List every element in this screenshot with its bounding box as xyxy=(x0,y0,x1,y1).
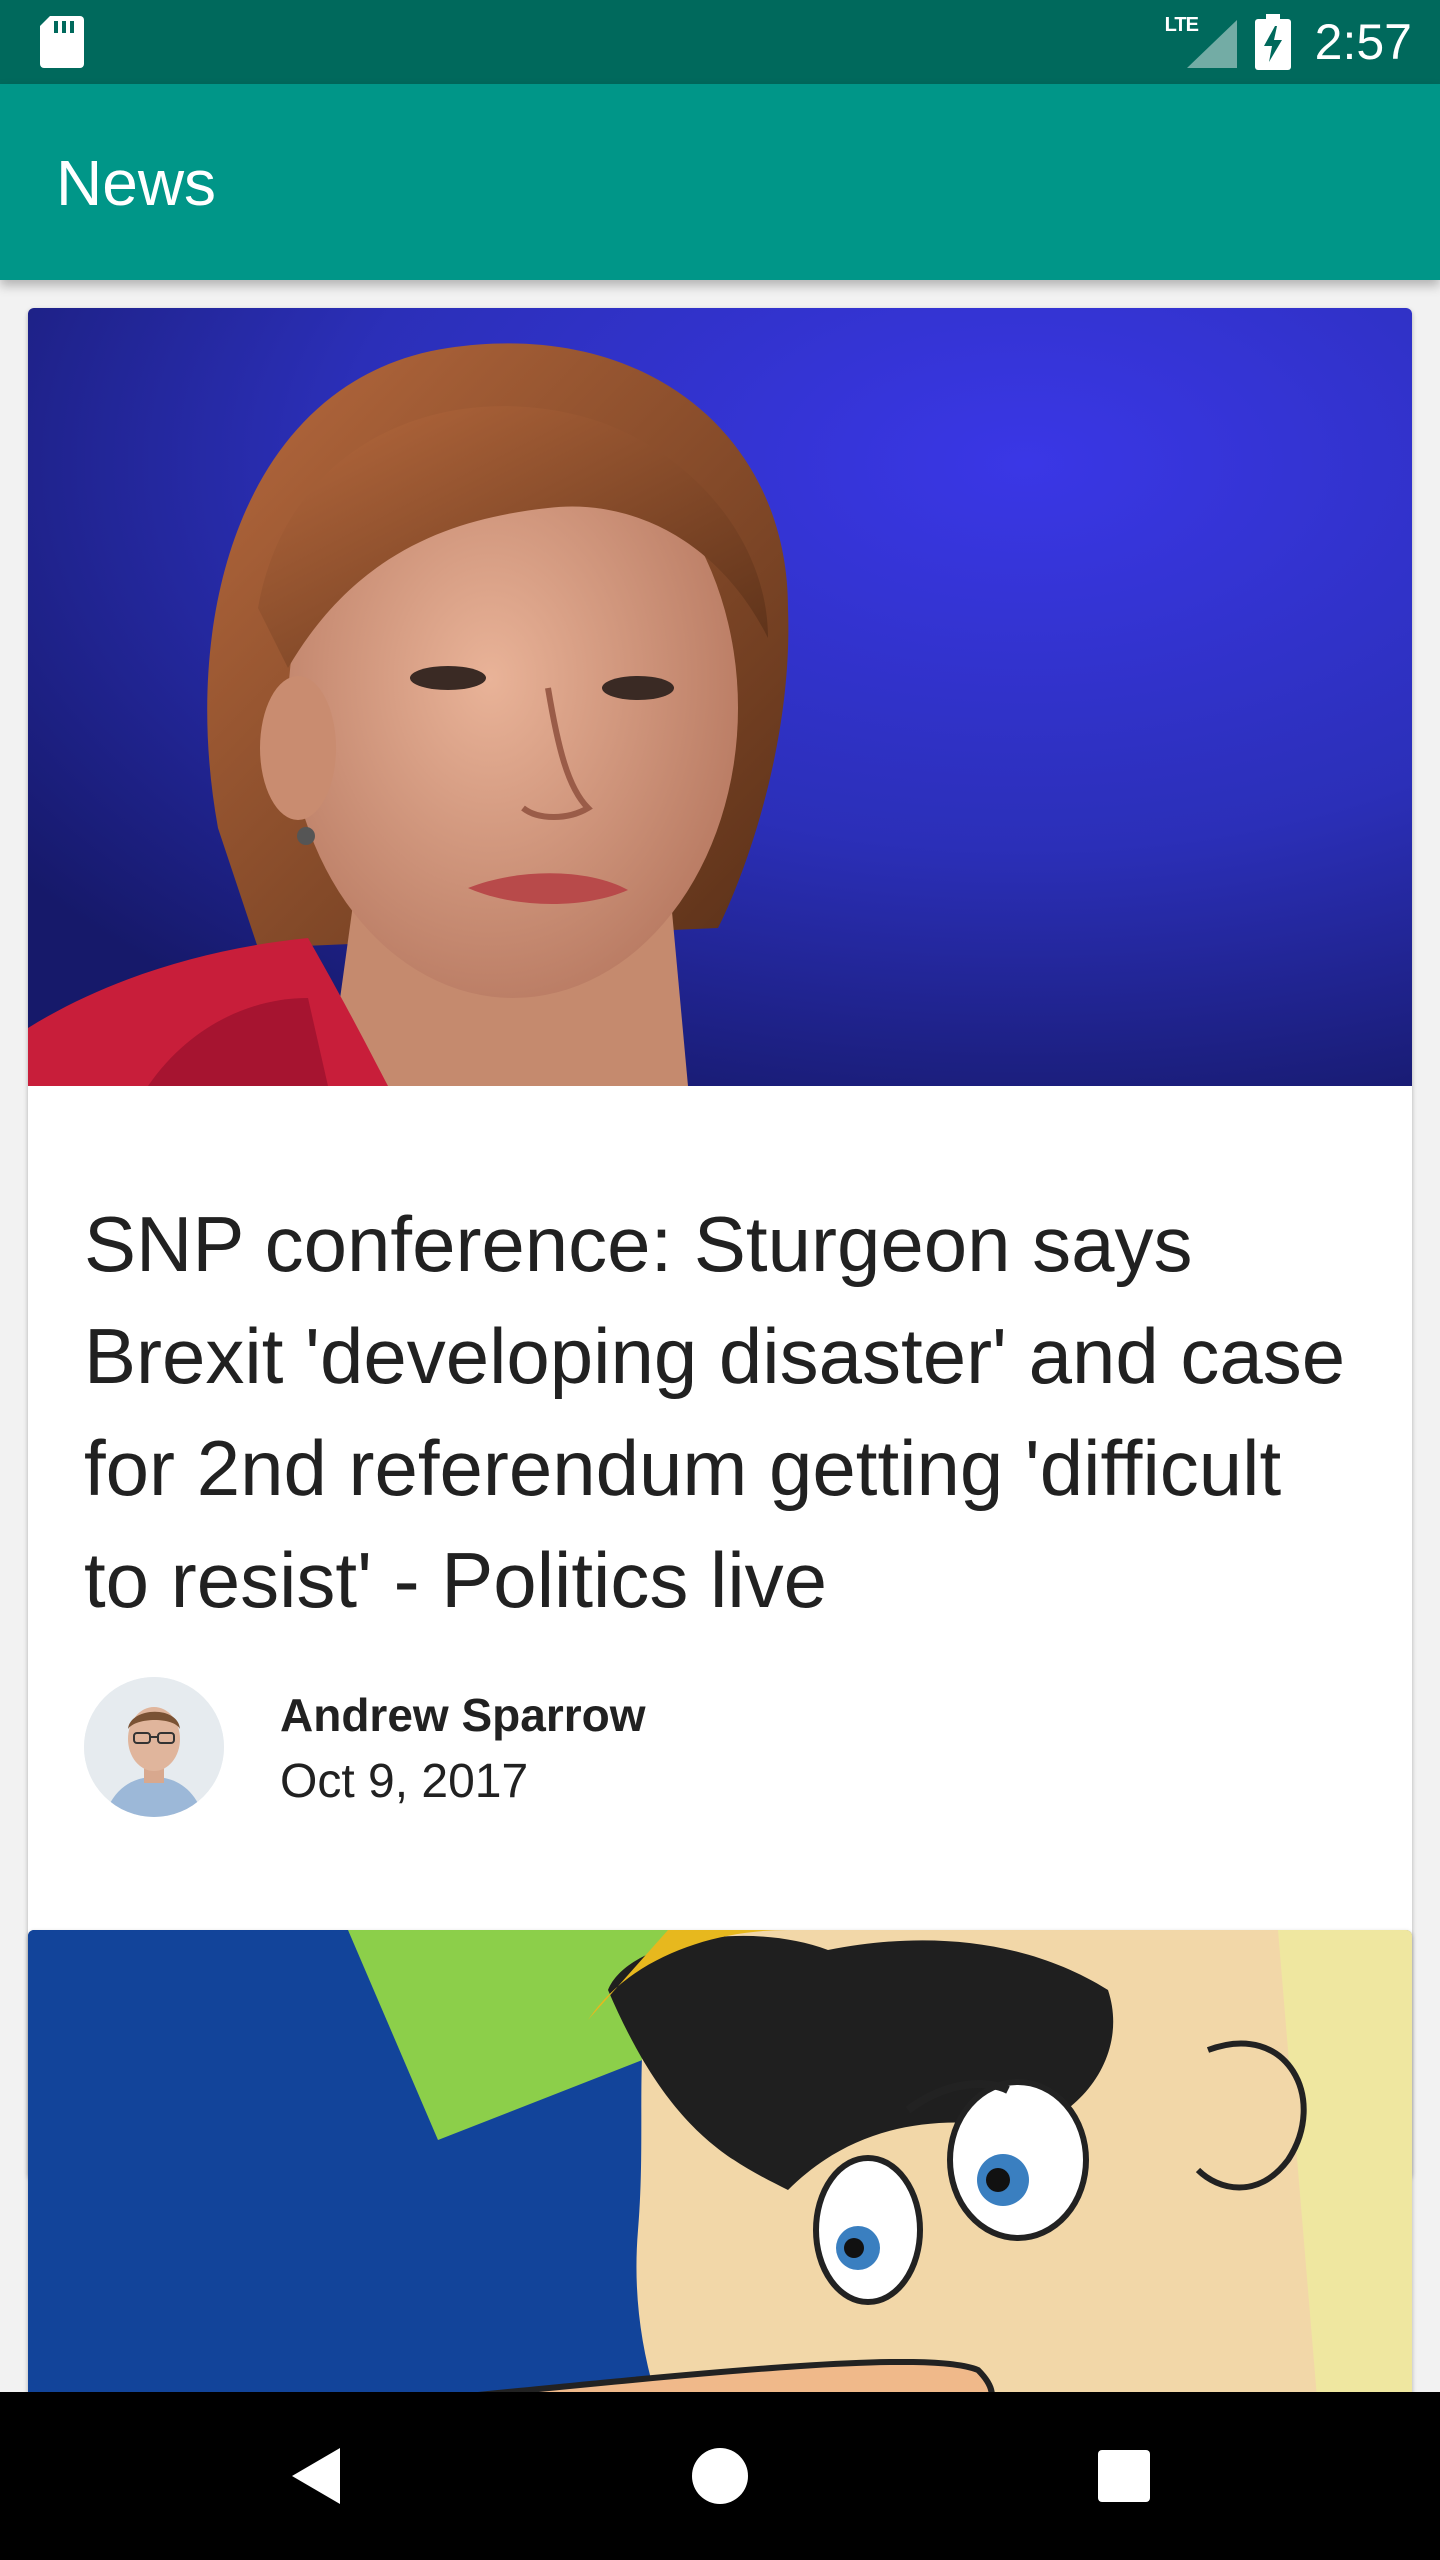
signal-icon xyxy=(1186,20,1237,68)
app-bar: News xyxy=(0,84,1440,280)
navigation-bar xyxy=(0,2392,1440,2560)
article-photo[interactable] xyxy=(28,308,1412,1086)
status-clock: 2:57 xyxy=(1314,14,1412,70)
home-button[interactable] xyxy=(680,2436,760,2516)
article-card[interactable]: SNP conference: Sturgeon says Brexit 'de… xyxy=(28,308,1412,2178)
signal-indicator: LTE xyxy=(1165,14,1237,70)
article-illustration[interactable] xyxy=(28,1930,1412,2392)
recents-icon xyxy=(1098,2450,1150,2502)
publish-date: Oct 9, 2017 xyxy=(280,1755,529,1808)
author-avatar xyxy=(84,1677,224,1817)
status-bar: LTE 2:57 xyxy=(0,0,1440,84)
article-card[interactable] xyxy=(28,1930,1412,2392)
author-name[interactable]: Andrew Sparrow xyxy=(280,1688,646,1742)
back-icon xyxy=(292,2448,340,2504)
battery-charging-icon xyxy=(1254,14,1291,70)
article-headline[interactable]: SNP conference: Sturgeon says Brexit 'de… xyxy=(84,1188,1364,1636)
back-button[interactable] xyxy=(276,2436,356,2516)
sd-card-icon xyxy=(40,16,84,68)
news-feed[interactable]: SNP conference: Sturgeon says Brexit 'de… xyxy=(0,280,1440,2392)
app-title: News xyxy=(56,147,217,219)
recents-button[interactable] xyxy=(1084,2436,1164,2516)
home-icon xyxy=(692,2448,748,2504)
